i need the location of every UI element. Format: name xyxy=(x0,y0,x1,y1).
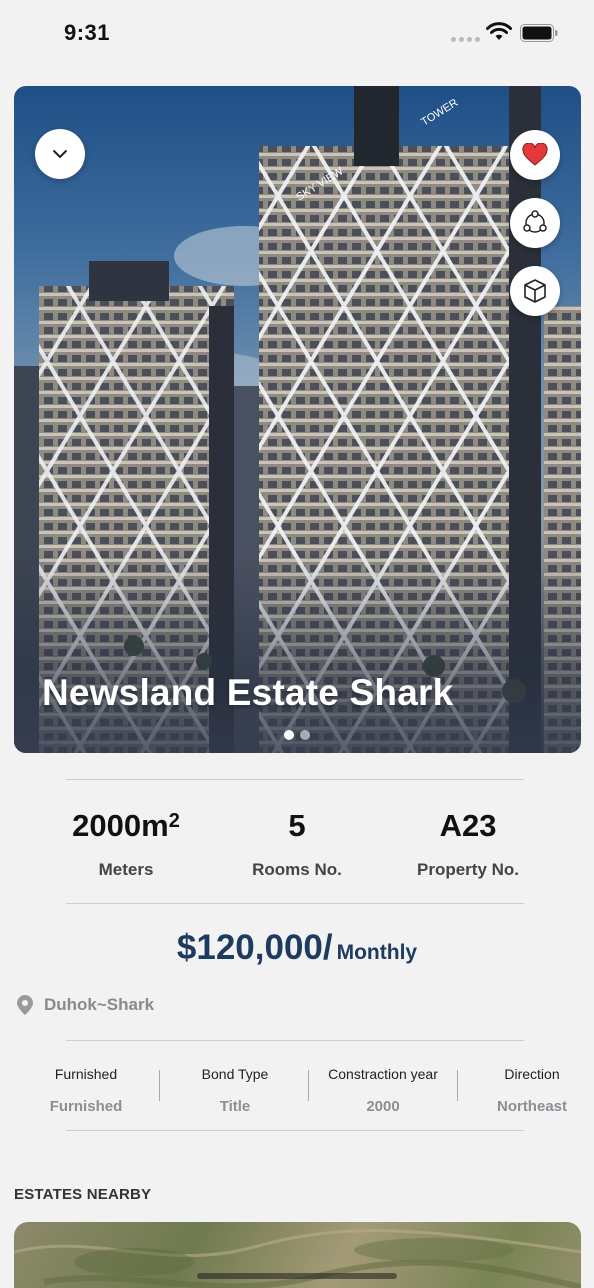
share-button[interactable] xyxy=(510,198,560,248)
detail-label: Constraction year xyxy=(328,1066,438,1082)
stat-value: 2000m2 xyxy=(72,808,180,843)
3d-model-button[interactable] xyxy=(510,266,560,316)
detail-value: Title xyxy=(219,1098,251,1115)
pagination-dot-active[interactable] xyxy=(284,730,294,740)
price-amount: $120,000/ xyxy=(176,928,333,967)
hero-gradient xyxy=(14,553,581,753)
stat-rooms: 5 Rooms No. xyxy=(212,808,382,880)
detail-label: Direction xyxy=(504,1066,560,1082)
stat-label: Meters xyxy=(98,860,154,879)
detail-label: Bond Type xyxy=(201,1066,269,1082)
building-sign-text-2: TOWER xyxy=(419,97,460,129)
stat-area: 2000m2 Meters xyxy=(41,808,211,880)
pagination-dot[interactable] xyxy=(300,730,310,740)
location[interactable]: Duhok~Shark xyxy=(16,994,154,1016)
cellular-signal-icon xyxy=(451,37,480,42)
detail-value: 2000 xyxy=(366,1098,400,1115)
price-period: Monthly xyxy=(336,941,418,964)
detail-construction-year: Constraction year 2000 xyxy=(308,1066,458,1115)
stat-value: A23 xyxy=(439,808,497,843)
divider xyxy=(66,1040,524,1041)
detail-value: Northeast xyxy=(496,1098,567,1115)
detail-furnished: Furnished Furnished xyxy=(11,1066,161,1115)
collapse-button[interactable] xyxy=(35,129,85,179)
battery-icon xyxy=(520,24,558,42)
divider xyxy=(66,779,524,780)
stat-label: Rooms No. xyxy=(252,860,342,879)
cube-icon xyxy=(524,279,546,303)
stat-label: Property No. xyxy=(416,860,520,879)
stat-property-number: A23 Property No. xyxy=(383,808,553,880)
divider xyxy=(66,1130,524,1131)
status-bar: 9:31 xyxy=(0,0,594,70)
carousel-pagination[interactable] xyxy=(284,730,310,740)
status-time: 9:31 xyxy=(64,20,111,45)
detail-label: Furnished xyxy=(54,1066,118,1082)
heart-icon xyxy=(522,143,548,166)
hero-image[interactable]: SKY VIEW TOWER Newsland Estate Shark xyxy=(14,86,581,753)
location-pin-icon xyxy=(17,995,33,1015)
location-text: Duhok~Shark xyxy=(44,995,155,1014)
detail-bond-type: Bond Type Title xyxy=(160,1066,310,1115)
home-indicator[interactable] xyxy=(197,1273,397,1279)
stat-value: 5 xyxy=(288,808,306,843)
price: $120,000/Monthly xyxy=(0,928,594,968)
divider xyxy=(66,903,524,904)
share-icon xyxy=(523,210,547,233)
detail-value: Furnished xyxy=(49,1098,123,1115)
section-title-nearby: ESTATES NEARBY xyxy=(14,1186,152,1203)
detail-direction: Direction Northeast xyxy=(457,1066,594,1115)
wifi-icon xyxy=(486,22,512,40)
property-title: Newsland Estate Shark xyxy=(42,672,454,713)
favorite-button[interactable] xyxy=(510,130,560,180)
chevron-down-icon xyxy=(53,150,67,158)
